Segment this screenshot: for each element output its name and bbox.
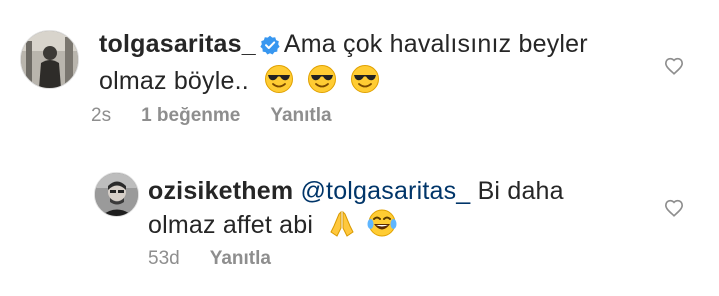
- avatar[interactable]: [94, 172, 139, 217]
- comment-body-line: Ama çok havalısınız beyler: [283, 30, 588, 58]
- comment-item: tolgasaritas_ Ama çok havalısınız beyler …: [0, 0, 719, 150]
- sunglasses-emoji-icon: [264, 64, 294, 103]
- comment-timestamp: 2s: [91, 105, 112, 126]
- mention-link[interactable]: @tolgasaritas_: [300, 177, 470, 205]
- folded-hands-emoji-icon: [328, 208, 356, 247]
- heart-outline-icon[interactable]: [664, 199, 684, 222]
- comment-body-line: Bi daha: [477, 177, 564, 205]
- comment-text: tolgasaritas_ Ama çok havalısınız beyler …: [99, 28, 588, 103]
- comment-username[interactable]: tolgasaritas_: [99, 30, 256, 58]
- verified-badge-icon: [260, 31, 280, 64]
- comment-body-line: olmaz affet abi: [148, 211, 314, 239]
- sunglasses-emoji-icon: [350, 64, 380, 103]
- tears-of-joy-emoji-icon: [367, 208, 397, 247]
- heart-outline-icon[interactable]: [664, 57, 684, 80]
- avatar[interactable]: [20, 30, 79, 89]
- reply-button[interactable]: Yanıtla: [210, 247, 271, 271]
- comment-text: ozisikethem @tolgasaritas_ Bi daha olmaz…: [148, 175, 564, 247]
- likes-count-button[interactable]: 1 beğenme: [141, 104, 240, 128]
- reply-button[interactable]: Yanıtla: [270, 104, 331, 128]
- comment-meta: 53d Yanıtla: [148, 247, 271, 271]
- comment-username[interactable]: ozisikethem: [148, 177, 293, 205]
- comment-meta: 2s 1 beğenme Yanıtla: [91, 104, 332, 128]
- comment-body-line: olmaz böyle..: [99, 67, 249, 95]
- reply-item: ozisikethem @tolgasaritas_ Bi daha olmaz…: [0, 150, 719, 296]
- sunglasses-emoji-icon: [307, 64, 337, 103]
- comment-timestamp: 53d: [148, 248, 180, 269]
